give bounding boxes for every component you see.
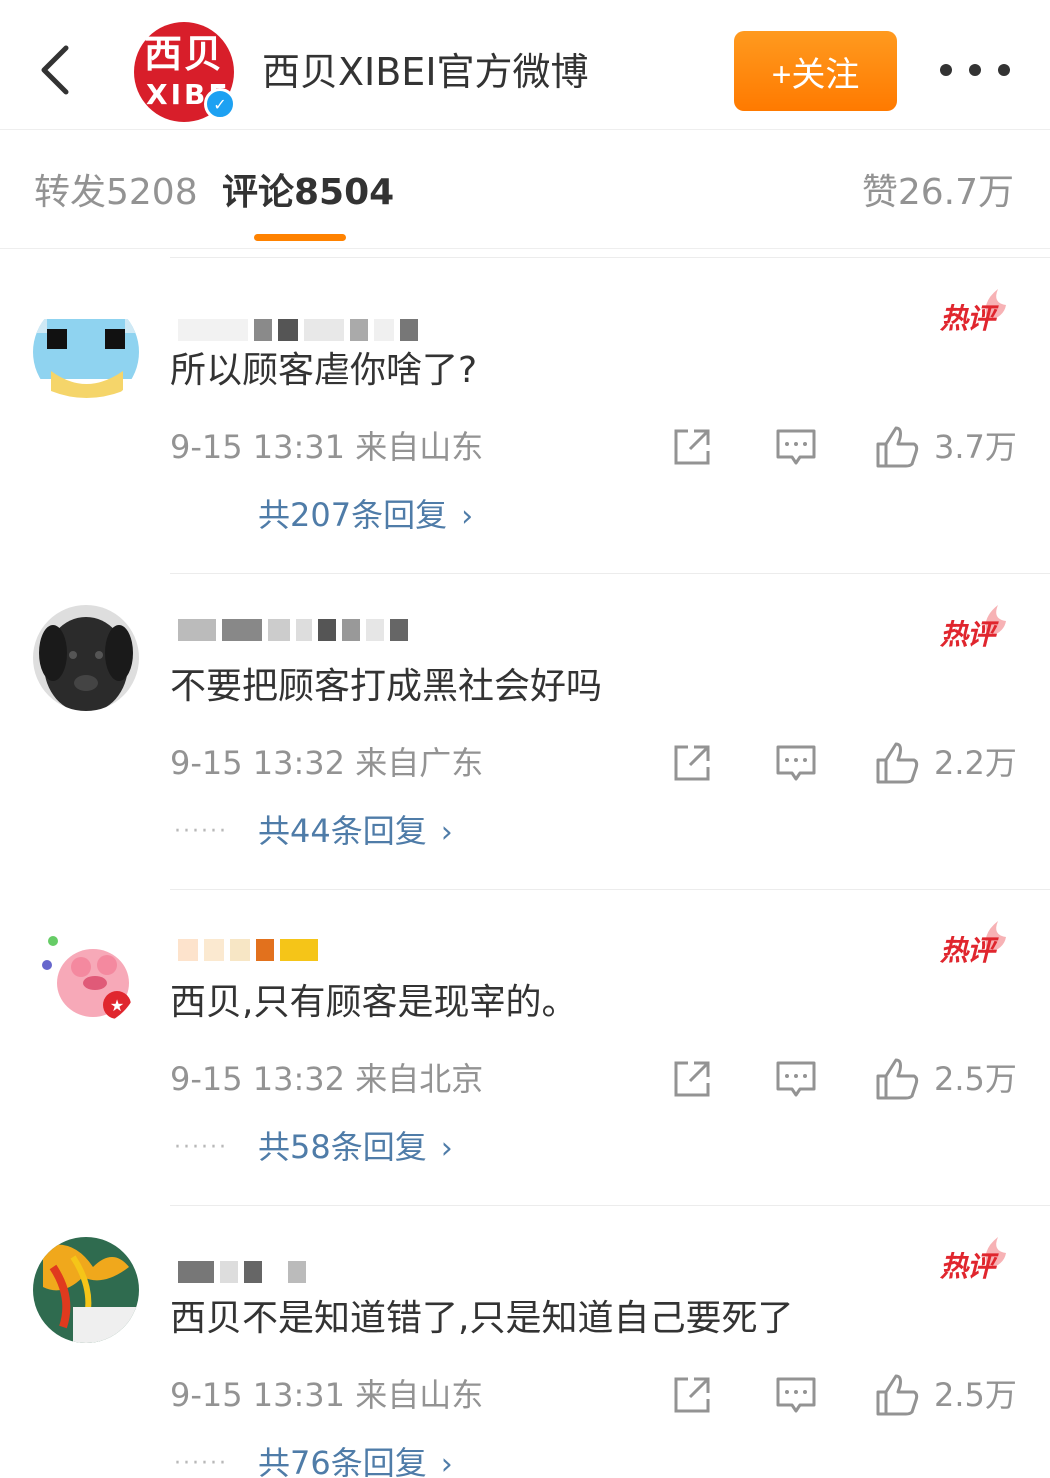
tab-comment[interactable]: 评论8504	[222, 171, 394, 215]
active-tab-indicator	[254, 234, 346, 241]
avatar[interactable]	[33, 299, 139, 405]
reply-button[interactable]	[774, 739, 818, 787]
thumbs-up-icon	[876, 1374, 919, 1416]
view-replies-link[interactable]: 共76条回复 ›	[258, 1443, 453, 1478]
username-blurred[interactable]	[178, 615, 438, 645]
chevron-right-icon: ›	[440, 1131, 453, 1166]
comment-text: 西贝,只有顾客是现宰的。	[170, 982, 578, 1023]
account-avatar[interactable]: 西贝 XIBEI ✓	[134, 22, 241, 122]
chevron-right-icon: ›	[461, 499, 474, 534]
view-replies-link[interactable]: 共207条回复 ›	[258, 495, 473, 537]
follow-button[interactable]: +关注	[734, 31, 897, 111]
like-button[interactable]: 2.2万	[874, 739, 1017, 787]
divider	[170, 889, 1050, 890]
username-blurred[interactable]	[178, 1257, 438, 1287]
thumbs-up-icon	[876, 1058, 919, 1100]
comment-meta: 9-15 13:31 来自山东	[170, 1376, 484, 1414]
comment-item: 热评 所以顾客虐你啥了? 9-15 13:31 来自山东 3.7万 共207条回…	[0, 257, 1050, 573]
replies-count: 共207条回复	[258, 496, 448, 534]
share-button[interactable]	[670, 1055, 714, 1103]
comment-text: 西贝不是知道错了,只是知道自己要死了	[170, 1298, 794, 1339]
back-button[interactable]	[30, 40, 80, 100]
dot-icon	[998, 64, 1010, 76]
divider	[170, 573, 1050, 574]
like-count: 2.5万	[934, 1060, 1017, 1098]
comment-icon	[776, 1377, 816, 1413]
post-tabs: 转发5208 评论8504 赞26.7万	[0, 131, 1050, 249]
verified-badge-icon: ✓	[204, 88, 236, 120]
reply-button[interactable]	[774, 423, 818, 471]
hot-label: 热评	[940, 618, 995, 651]
comment-item: 热评 不要把顾客打成黑社会好吗 9-15 13:32 来自广东 2.2万 ···…	[0, 573, 1050, 889]
dot-icon	[969, 64, 981, 76]
user-avatar-image	[33, 605, 139, 711]
share-icon	[674, 1061, 710, 1097]
share-icon	[674, 429, 710, 465]
dot-icon	[940, 64, 952, 76]
comment-meta: 9-15 13:31 来自山东	[170, 428, 484, 466]
like-button[interactable]: 2.5万	[874, 1371, 1017, 1419]
avatar[interactable]	[33, 1237, 139, 1343]
share-button[interactable]	[670, 1371, 714, 1419]
brand-logo-text: 西贝	[143, 32, 224, 76]
ellipsis-icon: ······	[174, 1451, 228, 1476]
divider	[170, 1205, 1050, 1206]
ellipsis-icon: ······	[174, 819, 228, 844]
like-count: 3.7万	[934, 428, 1017, 466]
replies-count: 共44条回复	[258, 812, 427, 850]
reply-button[interactable]	[774, 1371, 818, 1419]
account-name[interactable]: 西贝XIBEI官方微博	[262, 48, 589, 96]
view-replies-link[interactable]: 共58条回复 ›	[258, 1127, 453, 1169]
user-avatar-image: ★	[33, 921, 139, 1027]
svg-text:★: ★	[110, 996, 124, 1015]
more-options-button[interactable]	[940, 50, 1010, 90]
replies-count: 共58条回复	[258, 1128, 427, 1166]
view-replies-link[interactable]: 共44条回复 ›	[258, 811, 453, 853]
comment-icon	[776, 745, 816, 781]
hot-label: 热评	[940, 1250, 995, 1283]
hot-label: 热评	[940, 302, 995, 335]
user-avatar-image	[33, 299, 139, 405]
avatar[interactable]	[33, 605, 139, 711]
hot-comment-badge: 热评	[940, 289, 1012, 335]
hot-comment-badge: 热评	[940, 605, 1012, 651]
chevron-right-icon: ›	[440, 815, 453, 850]
reply-button[interactable]	[774, 1055, 818, 1103]
user-avatar-image	[33, 1237, 139, 1343]
ellipsis-icon: ······	[174, 1135, 228, 1160]
username-blurred[interactable]	[178, 935, 438, 965]
share-button[interactable]	[670, 423, 714, 471]
share-icon	[674, 1377, 710, 1413]
like-count: 2.2万	[934, 744, 1017, 782]
avatar[interactable]: ★	[33, 921, 139, 1027]
divider	[170, 257, 1050, 258]
share-icon	[674, 745, 710, 781]
like-count: 2.5万	[934, 1376, 1017, 1414]
top-bar: 西贝 XIBEI ✓ 西贝XIBEI官方微博 +关注	[0, 0, 1050, 130]
comment-meta: 9-15 13:32 来自北京	[170, 1060, 484, 1098]
thumbs-up-icon	[876, 426, 919, 468]
thumbs-up-icon	[876, 742, 919, 784]
comment-text: 不要把顾客打成黑社会好吗	[170, 666, 603, 707]
chevron-left-icon	[41, 45, 69, 95]
like-button[interactable]: 3.7万	[874, 423, 1017, 471]
replies-count: 共76条回复	[258, 1444, 427, 1478]
comment-text: 所以顾客虐你啥了?	[170, 350, 478, 391]
hot-comment-badge: 热评	[940, 921, 1012, 967]
username-blurred[interactable]	[178, 315, 438, 345]
chevron-right-icon: ›	[440, 1447, 453, 1478]
hot-label: 热评	[940, 934, 995, 967]
comment-meta: 9-15 13:32 来自广东	[170, 744, 484, 782]
comment-icon	[776, 1061, 816, 1097]
tab-repost[interactable]: 转发5208	[34, 171, 198, 215]
like-button[interactable]: 2.5万	[874, 1055, 1017, 1103]
comment-item: 热评 西贝不是知道错了,只是知道自己要死了 9-15 13:31 来自山东 2.…	[0, 1205, 1050, 1478]
comment-icon	[776, 429, 816, 465]
comment-item: ★ 热评 西贝,只有顾客是现宰的。 9-15 13:32 来自北京 2.5万 ·…	[0, 889, 1050, 1205]
share-button[interactable]	[670, 739, 714, 787]
tab-like[interactable]: 赞26.7万	[862, 171, 1014, 215]
hot-comment-badge: 热评	[940, 1237, 1012, 1283]
